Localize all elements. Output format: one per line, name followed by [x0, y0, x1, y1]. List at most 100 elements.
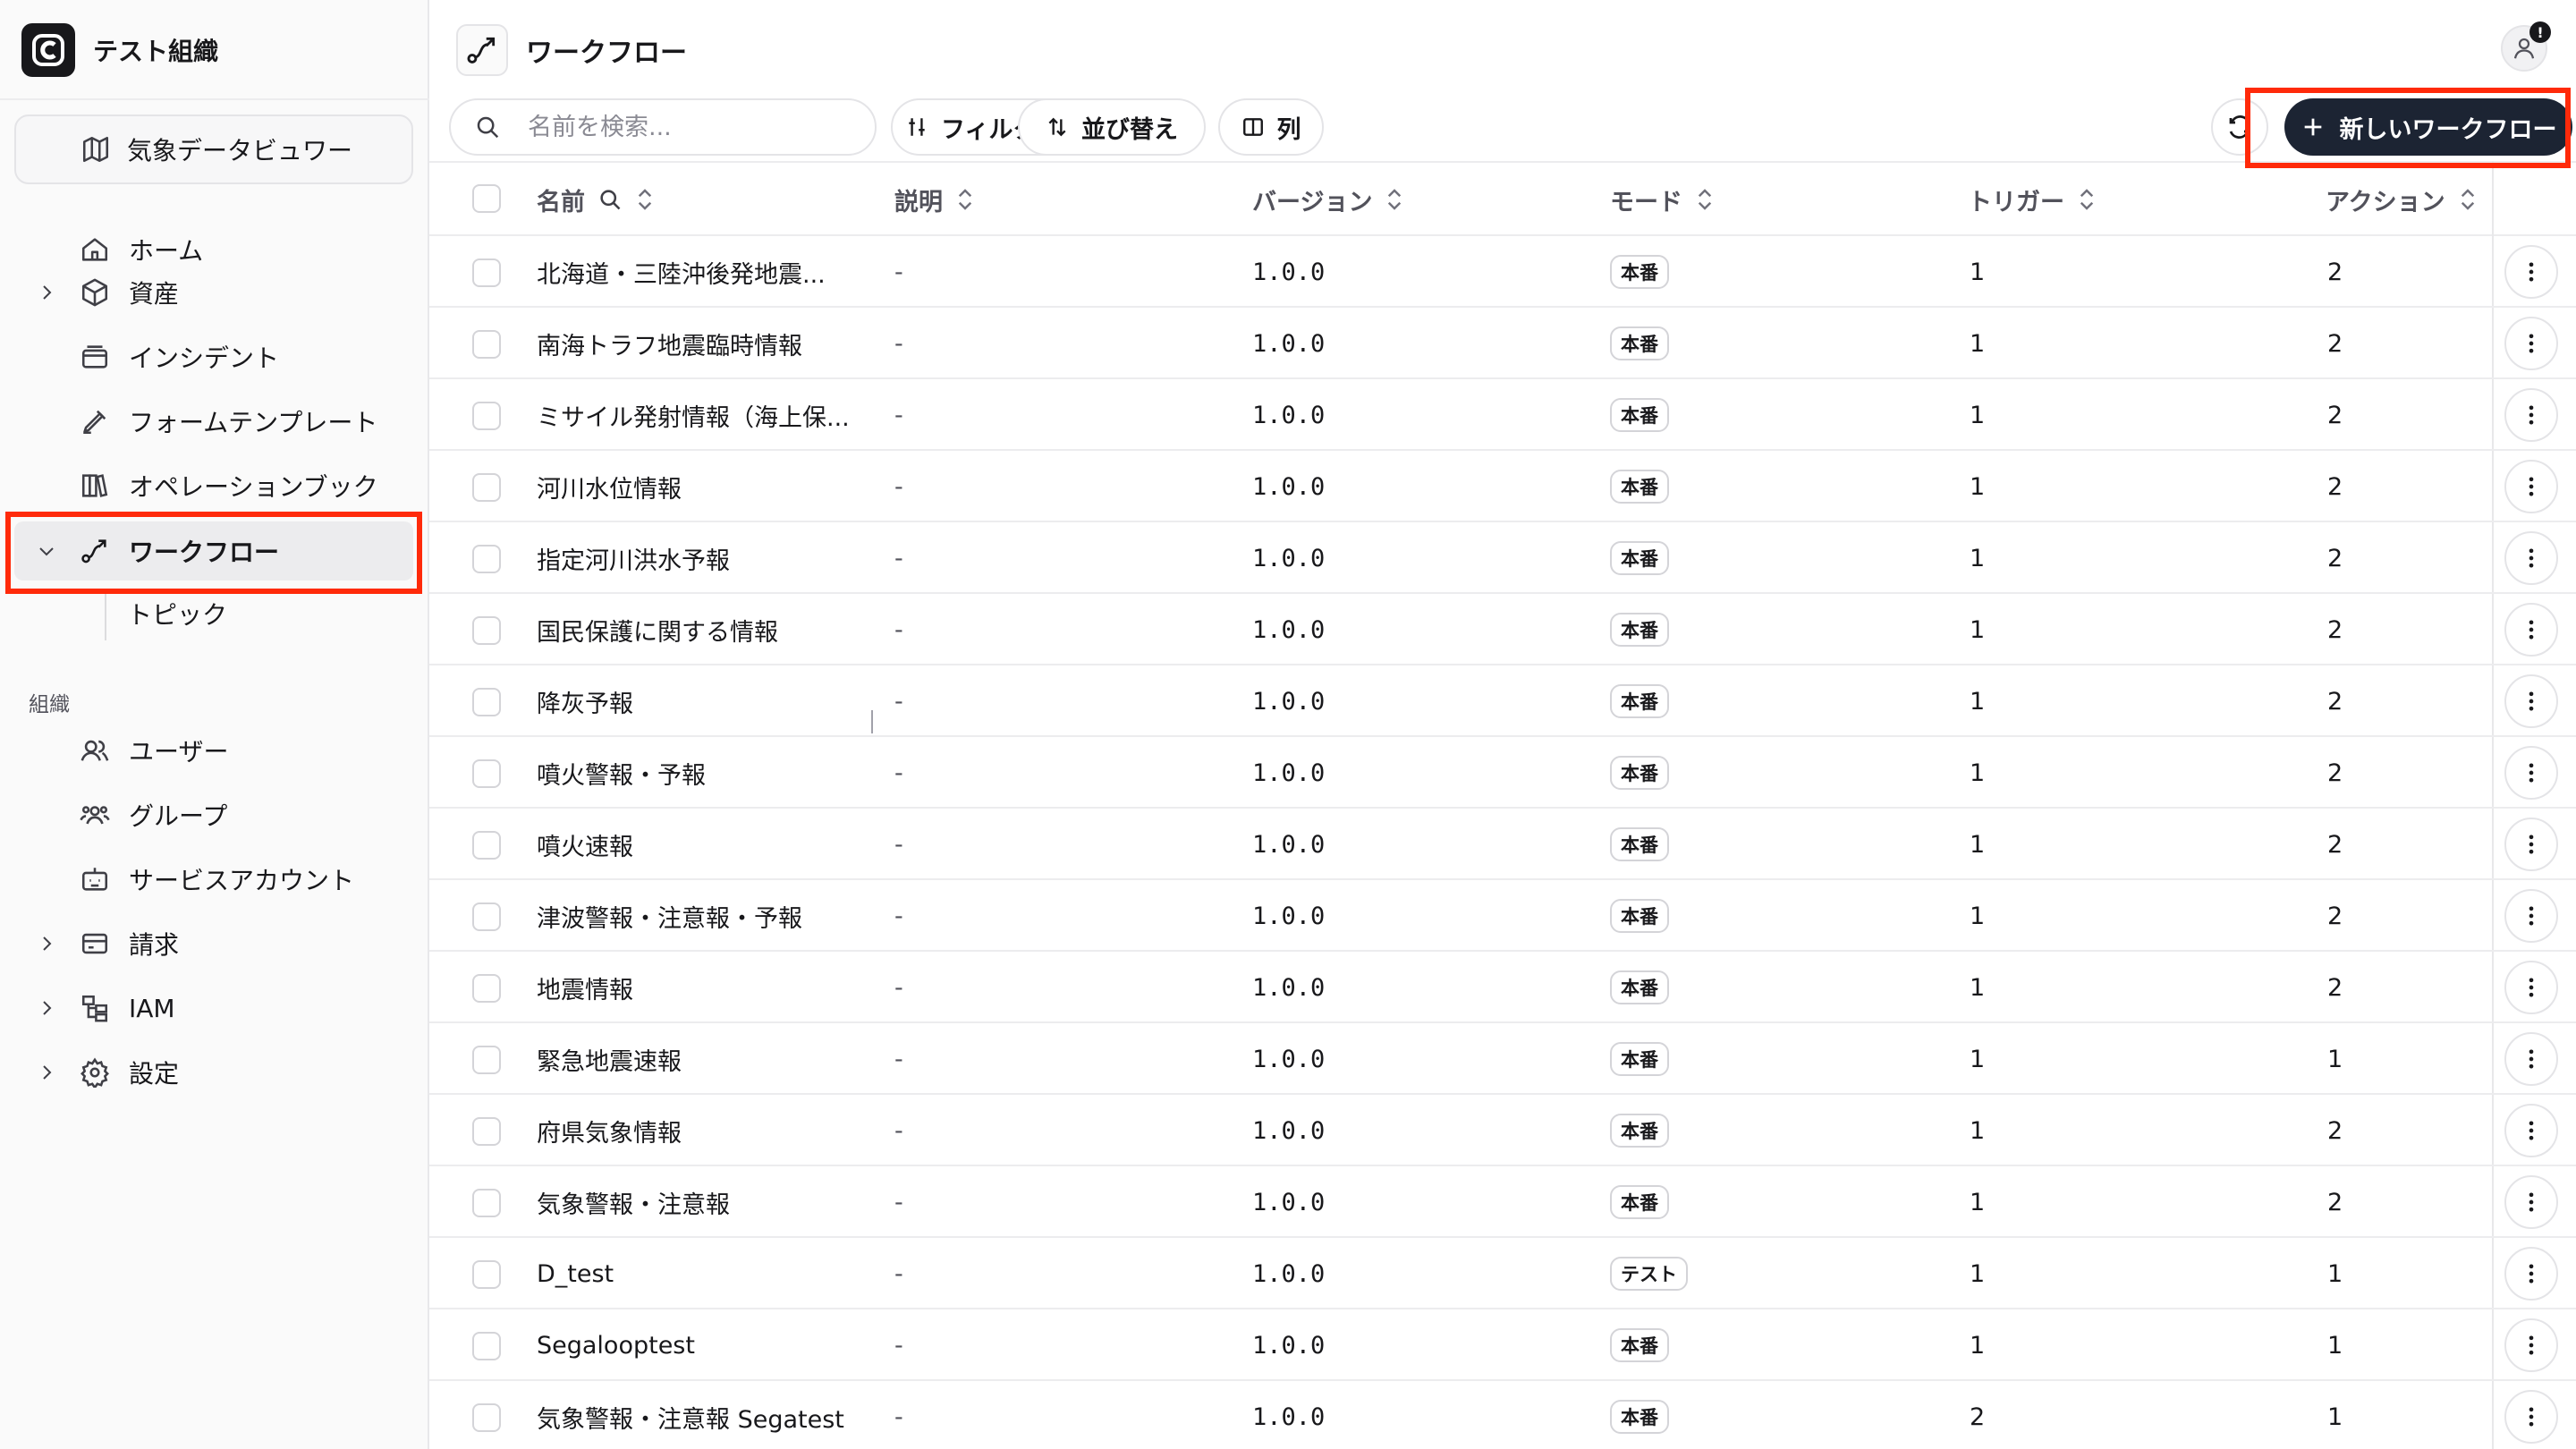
cell-name[interactable]: 北海道・三陸沖後発地震... [537, 236, 826, 308]
sidebar-item-incidents[interactable]: インシデント [14, 327, 413, 386]
row-menu-button[interactable] [2504, 1318, 2558, 1372]
row-menu-button[interactable] [2504, 889, 2558, 943]
table-row[interactable]: 津波警報・注意報・予報 - 1.0.0 本番 1 2 [429, 880, 2576, 952]
row-checkbox[interactable] [472, 902, 501, 931]
cell-name[interactable]: 気象警報・注意報 Segatest [537, 1381, 844, 1449]
refresh-button[interactable] [2211, 98, 2268, 156]
org-switcher[interactable]: テスト組織 [21, 23, 218, 77]
search-icon[interactable] [597, 187, 623, 212]
sidebar-item-assets[interactable]: 資産 [14, 263, 413, 322]
row-checkbox[interactable] [472, 831, 501, 860]
row-menu-button[interactable] [2504, 388, 2558, 442]
table-row[interactable]: 噴火速報 - 1.0.0 本番 1 2 [429, 809, 2576, 880]
table-row[interactable]: 緊急地震速報 - 1.0.0 本番 1 1 [429, 1023, 2576, 1095]
row-menu-button[interactable] [2504, 1104, 2558, 1157]
cell-name[interactable]: 噴火警報・予報 [537, 737, 706, 809]
cell-name[interactable]: 緊急地震速報 [537, 1023, 682, 1095]
sidebar-item-groups[interactable]: グループ [14, 785, 413, 844]
column-header-actions[interactable]: アクション [2326, 163, 2478, 236]
cell-name[interactable]: 地震情報 [537, 952, 633, 1023]
table-row[interactable]: D_test - 1.0.0 テスト 1 1 [429, 1238, 2576, 1309]
row-menu-button[interactable] [2504, 317, 2558, 370]
row-menu-button[interactable] [2504, 746, 2558, 800]
sidebar-item-form-templates[interactable]: フォームテンプレート [14, 392, 413, 451]
row-checkbox[interactable] [472, 1046, 501, 1074]
row-menu-button[interactable] [2504, 460, 2558, 513]
search-box[interactable] [449, 98, 877, 156]
table-row[interactable]: 指定河川洪水予報 - 1.0.0 本番 1 2 [429, 522, 2576, 594]
cell-name[interactable]: 南海トラフ地震臨時情報 [537, 308, 802, 379]
chevron-right-icon[interactable] [34, 931, 59, 956]
sort-button[interactable]: 並び替え [1018, 98, 1206, 156]
column-header-triggers[interactable]: トリガー [1968, 163, 2097, 236]
cell-name[interactable]: 府県気象情報 [537, 1095, 682, 1166]
row-checkbox[interactable] [472, 1189, 501, 1217]
new-workflow-button[interactable]: 新しいワークフロー [2284, 98, 2572, 156]
search-input[interactable] [528, 113, 850, 141]
table-row[interactable]: Segalooptest - 1.0.0 本番 1 1 [429, 1309, 2576, 1381]
sidebar-item-settings[interactable]: 設定 [14, 1043, 413, 1102]
row-menu-button[interactable] [2504, 961, 2558, 1014]
row-checkbox[interactable] [472, 330, 501, 359]
row-checkbox[interactable] [472, 1403, 501, 1432]
table-row[interactable]: 地震情報 - 1.0.0 本番 1 2 [429, 952, 2576, 1023]
table-row[interactable]: 河川水位情報 - 1.0.0 本番 1 2 [429, 451, 2576, 522]
sort-icon[interactable] [1385, 186, 1404, 213]
cell-name[interactable]: 気象警報・注意報 [537, 1166, 730, 1238]
row-checkbox[interactable] [472, 1332, 501, 1360]
table-row[interactable]: 北海道・三陸沖後発地震... - 1.0.0 本番 1 2 [429, 236, 2576, 308]
row-checkbox[interactable] [472, 616, 501, 645]
cell-name[interactable]: 指定河川洪水予報 [537, 522, 730, 594]
row-checkbox[interactable] [472, 545, 501, 573]
row-menu-button[interactable] [2504, 818, 2558, 871]
sort-icon[interactable] [2077, 186, 2097, 213]
column-header-name[interactable]: 名前 [537, 163, 655, 236]
sidebar-resize-handle[interactable] [871, 710, 873, 733]
row-checkbox[interactable] [472, 473, 501, 502]
table-row[interactable]: 降灰予報 - 1.0.0 本番 1 2 [429, 665, 2576, 737]
sort-icon[interactable] [2458, 186, 2478, 213]
row-checkbox[interactable] [472, 1260, 501, 1289]
chevron-down-icon[interactable] [34, 538, 59, 564]
chevron-right-icon[interactable] [34, 1060, 59, 1085]
row-menu-button[interactable] [2504, 245, 2558, 299]
sidebar-item-service-accounts[interactable]: サービスアカウント [14, 850, 413, 909]
row-menu-button[interactable] [2504, 1175, 2558, 1229]
row-checkbox[interactable] [472, 974, 501, 1003]
table-row[interactable]: 気象警報・注意報 Segatest - 1.0.0 本番 2 1 [429, 1381, 2576, 1449]
row-checkbox[interactable] [472, 759, 501, 788]
sidebar-item-users[interactable]: ユーザー [14, 721, 413, 780]
table-row[interactable]: 噴火警報・予報 - 1.0.0 本番 1 2 [429, 737, 2576, 809]
column-header-description[interactable]: 説明 [894, 163, 975, 236]
chevron-right-icon[interactable] [34, 280, 59, 305]
sidebar-item-billing[interactable]: 請求 [14, 914, 413, 973]
row-menu-button[interactable] [2504, 1390, 2558, 1444]
column-header-mode[interactable]: モード [1610, 163, 1715, 236]
avatar[interactable]: ! [2501, 21, 2551, 72]
table-row[interactable]: 府県気象情報 - 1.0.0 本番 1 2 [429, 1095, 2576, 1166]
row-menu-button[interactable] [2504, 1247, 2558, 1301]
chevron-right-icon[interactable] [34, 996, 59, 1021]
columns-button[interactable]: 列 [1218, 98, 1324, 156]
cell-name[interactable]: 降灰予報 [537, 665, 633, 737]
row-checkbox[interactable] [472, 258, 501, 287]
column-header-version[interactable]: バージョン [1252, 163, 1404, 236]
sidebar-item-operation-book[interactable]: オペレーションブック [14, 456, 413, 515]
row-menu-button[interactable] [2504, 1032, 2558, 1086]
row-checkbox[interactable] [472, 1117, 501, 1146]
cell-name[interactable]: 津波警報・注意報・予報 [537, 880, 802, 952]
sidebar-item-workflows[interactable]: ワークフロー [14, 521, 413, 580]
row-menu-button[interactable] [2504, 603, 2558, 657]
sort-icon[interactable] [955, 186, 975, 213]
sidebar-subitem-topics[interactable]: トピック [127, 587, 227, 640]
row-menu-button[interactable] [2504, 674, 2558, 728]
cell-name[interactable]: 河川水位情報 [537, 451, 682, 522]
project-selector-button[interactable]: 気象データビュワー [14, 114, 413, 184]
cell-name[interactable]: ミサイル発射情報（海上保... [537, 379, 850, 451]
row-checkbox[interactable] [472, 688, 501, 716]
cell-name[interactable]: Segalooptest [537, 1309, 695, 1381]
cell-name[interactable]: 国民保護に関する情報 [537, 594, 778, 665]
sort-icon[interactable] [1695, 186, 1715, 213]
row-checkbox[interactable] [472, 402, 501, 430]
cell-name[interactable]: D_test [537, 1238, 614, 1309]
